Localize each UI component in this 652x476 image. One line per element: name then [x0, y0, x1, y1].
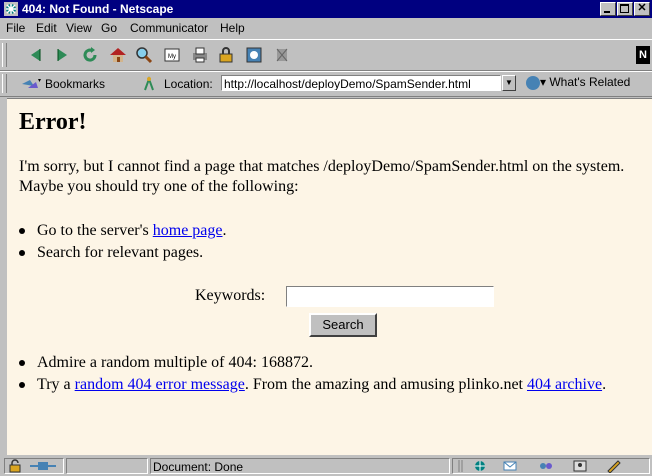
menu-bar: File Edit View Go Communicator Help [0, 19, 652, 37]
keywords-label: Keywords: [195, 287, 266, 304]
progress-box [66, 458, 148, 474]
location-toolbar: ▾ Bookmarks Location: http://localhost/d… [0, 71, 652, 97]
status-text: Document: Done [153, 460, 244, 474]
list-text: . From the amazing and amusing plinko.ne… [244, 376, 527, 393]
list-item-home: Go to the server's home page. [19, 221, 627, 241]
composer-icon[interactable] [606, 459, 622, 473]
list-item-random-multiple: Admire a random multiple of 404: 168872. [19, 353, 627, 373]
maximize-button[interactable] [617, 2, 633, 16]
navigation-toolbar: My N [0, 39, 652, 71]
minimize-button[interactable] [600, 2, 616, 16]
404-archive-link[interactable]: 404 archive [527, 376, 602, 393]
title-bar[interactable]: 404: Not Found - Netscape ✕ [0, 0, 652, 18]
print-icon[interactable] [190, 45, 210, 65]
bookmarks-label[interactable]: Bookmarks [45, 77, 105, 91]
list-text: Admire a random multiple of 404: 168872. [37, 354, 313, 371]
whats-related-label: What's Related [549, 75, 631, 89]
location-label: Location: [164, 77, 213, 91]
page-content: Error! I'm sorry, but I cannot find a pa… [7, 98, 652, 455]
list-item-random-message: Try a random 404 error message. From the… [19, 375, 627, 395]
page-proxy-icon[interactable] [142, 76, 156, 92]
bookmarks-icon[interactable]: ▾ [20, 76, 42, 92]
lock-status-icon[interactable] [8, 459, 24, 473]
menu-view[interactable]: View [66, 21, 92, 35]
menu-edit[interactable]: Edit [36, 21, 57, 35]
home-icon[interactable] [108, 45, 128, 65]
mail-icon[interactable] [502, 459, 518, 473]
whats-related-icon [526, 75, 540, 90]
window-title: 404: Not Found - Netscape [22, 2, 174, 16]
svg-text:My: My [168, 54, 176, 60]
status-bar: Document: Done [0, 456, 652, 476]
bullet [19, 250, 25, 256]
security-icon[interactable] [216, 45, 236, 65]
search-button[interactable]: Search [309, 313, 377, 337]
keywords-input[interactable] [287, 287, 493, 306]
keywords-field[interactable] [286, 286, 494, 307]
list-text: Try a [37, 376, 75, 393]
address-book-icon[interactable] [572, 459, 588, 473]
back-icon[interactable] [26, 45, 46, 65]
random-404-link[interactable]: random 404 error message [75, 376, 245, 393]
shop-icon[interactable] [244, 45, 264, 65]
menu-help[interactable]: Help [220, 21, 245, 35]
search-icon[interactable] [134, 45, 154, 65]
netscape-logo-icon [4, 2, 18, 16]
list-text: Go to the server's [37, 222, 153, 239]
location-dropdown-button[interactable]: ▼ [502, 75, 516, 91]
stop-icon[interactable] [272, 45, 292, 65]
list-text: Search for relevant pages. [37, 244, 204, 261]
menu-file[interactable]: File [6, 21, 25, 35]
forward-icon[interactable] [52, 45, 72, 65]
error-message: I'm sorry, but I cannot find a page that… [19, 158, 625, 195]
location-grip[interactable] [2, 74, 7, 93]
bullet [19, 360, 25, 366]
close-button[interactable]: ✕ [634, 2, 650, 16]
list-text: . [602, 376, 607, 393]
newsgroups-icon[interactable] [538, 459, 554, 473]
page-heading: Error! [19, 109, 87, 135]
my-netscape-icon[interactable]: My [162, 45, 182, 65]
list-item-search: Search for relevant pages. [19, 243, 627, 263]
bullet [19, 228, 25, 234]
reload-icon[interactable] [80, 45, 100, 65]
connection-status-icon[interactable] [28, 459, 58, 473]
bullet [19, 382, 25, 388]
toolbar-grip[interactable] [2, 43, 7, 67]
menu-communicator[interactable]: Communicator [130, 21, 208, 35]
menu-go[interactable]: Go [101, 21, 117, 35]
netscape-throbber-icon[interactable]: N [636, 46, 650, 64]
browser-window: 404: Not Found - Netscape ✕ File Edit Vi… [0, 0, 652, 476]
location-url-input[interactable]: http://localhost/deployDemo/SpamSender.h… [221, 75, 501, 91]
svg-text:▾: ▾ [38, 78, 41, 84]
list-text: . [222, 222, 227, 239]
whats-related-button[interactable]: ▾ What's Related [526, 75, 630, 90]
component-bar-grip-icon[interactable] [458, 459, 464, 473]
navigator-icon[interactable] [472, 459, 488, 473]
home-page-link[interactable]: home page [153, 222, 223, 239]
